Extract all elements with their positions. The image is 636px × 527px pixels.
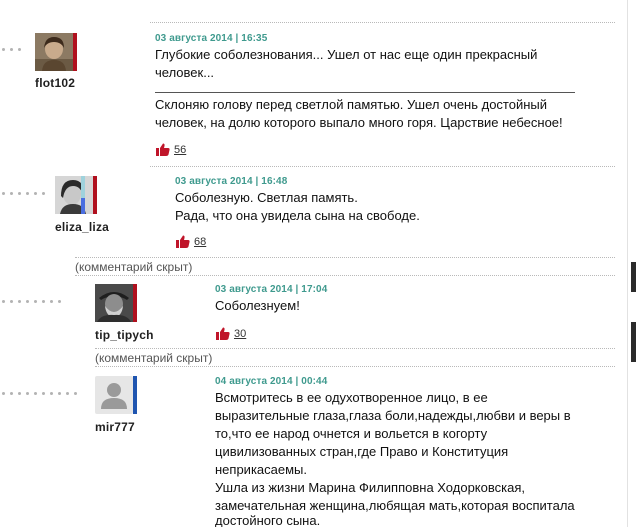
comment-text-line: Склоняю голову перед светлой памятью. Уш… [155,97,548,112]
comment-date: 04 августа 2014 | 00:44 [215,376,328,387]
like-button[interactable]: 30 [215,327,246,340]
avatar[interactable] [35,33,73,71]
user-badge-bar [133,376,137,414]
comment-text-line: человек... [155,65,215,80]
thumbs-up-icon [156,143,170,156]
username[interactable]: mir777 [95,420,135,434]
user-badge-bar [133,284,137,322]
like-button[interactable]: 68 [175,235,206,248]
username[interactable]: flot102 [35,76,75,90]
like-button[interactable]: 56 [155,143,186,156]
comment-text-line: Соболезную. Светлая память. [175,190,358,205]
divider [150,22,615,23]
username[interactable]: eliza_liza [55,220,109,234]
divider [95,348,615,349]
like-count[interactable]: 68 [194,236,206,248]
thread-dots [2,191,45,195]
comment-date: 03 августа 2014 | 16:35 [155,33,268,44]
username[interactable]: tip_tipych [95,328,154,342]
hidden-comment-label[interactable]: (комментарий скрыт) [75,260,192,274]
like-count[interactable]: 56 [174,144,186,156]
divider [75,257,615,258]
comment-text-line: Всмотритесь в ее одухотворенное лицо, в … [215,390,488,405]
avatar[interactable] [95,284,133,322]
text-separator [155,92,575,93]
comment-text-line: выразительные глаза,глаза боли,надежды,л… [215,408,571,423]
comment-text-line: то,что ее народ очнется и вольется в ког… [215,426,488,441]
thumbs-up-icon [176,235,190,248]
thread-dots [2,299,61,303]
default-avatar-icon[interactable] [95,376,133,414]
thumbs-up-icon [216,327,230,340]
comments-thread: flot102 03 августа 2014 | 16:35 Глубокие… [0,0,636,527]
comment-date: 03 августа 2014 | 17:04 [215,284,328,295]
divider [75,275,615,276]
avatar[interactable] [55,176,93,214]
comment-text-line: Рада, что она увидела сына на свободе. [175,208,420,223]
hidden-comment-label[interactable]: (комментарий скрыт) [95,351,212,365]
comment-text-line: Глубокие соболезнования... Ушел от нас е… [155,47,538,62]
user-badge-bar [93,176,97,214]
user-badge-bar [73,33,77,71]
side-mark [631,262,636,292]
side-mark [631,322,636,362]
scroll-rail[interactable] [627,0,628,527]
divider [95,366,615,367]
comment-text-line: неприкасаемы. [215,462,307,477]
comment-date: 03 августа 2014 | 16:48 [175,176,288,187]
thread-dots [2,391,77,395]
like-count[interactable]: 30 [234,328,246,340]
comment-text-line: Соболезнуем! [215,298,300,313]
comment-text-line: цивилизованных стран,где Право и Констит… [215,444,509,459]
comment-text-line: Ушла из жизни Марина Филипповна Ходорков… [215,480,525,495]
divider [150,166,615,167]
user-badge-bar [81,198,85,214]
comment-text-line: человек, на долю которого выпало много г… [155,115,563,130]
comment-text-line: достойного сына. [215,513,321,527]
thread-dots [2,47,21,51]
user-badge-bar [81,176,85,198]
